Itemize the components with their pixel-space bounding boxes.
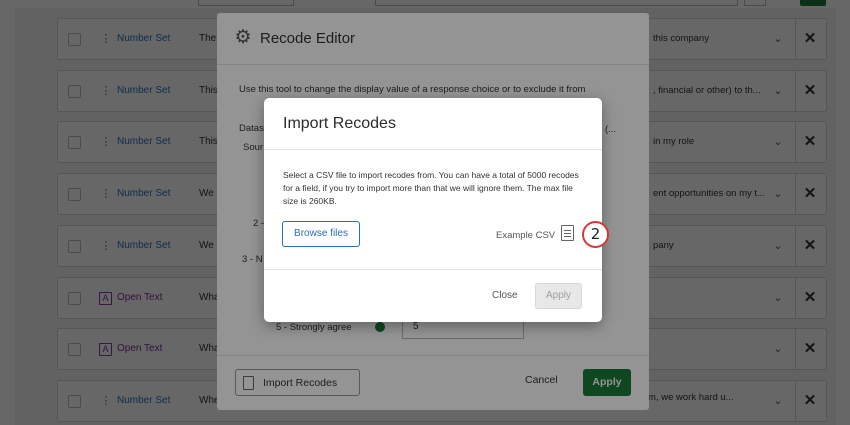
step-number-badge: 2 bbox=[582, 221, 609, 248]
browse-files-button[interactable]: Browse files bbox=[282, 221, 360, 247]
import-recodes-footer: Close Apply bbox=[264, 269, 602, 322]
import-recodes-dialog: Import Recodes Select a CSV file to impo… bbox=[264, 98, 602, 322]
import-recodes-instructions: Select a CSV file to import recodes from… bbox=[283, 170, 579, 206]
close-button[interactable]: Close bbox=[492, 290, 518, 301]
import-recodes-title: Import Recodes bbox=[283, 115, 396, 132]
apply-button-disabled[interactable]: Apply bbox=[535, 283, 582, 309]
example-csv-link[interactable]: Example CSV bbox=[496, 230, 555, 241]
import-recodes-header: Import Recodes bbox=[264, 98, 602, 150]
csv-download-icon[interactable] bbox=[561, 225, 574, 241]
